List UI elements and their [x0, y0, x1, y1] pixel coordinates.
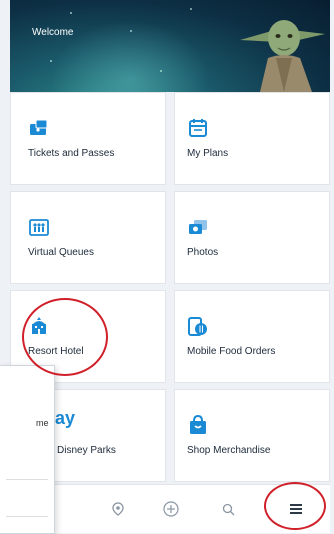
search-icon[interactable] — [216, 497, 240, 521]
tile-mobile-food-orders[interactable]: Mobile Food Orders — [174, 290, 330, 383]
bottom-nav — [54, 484, 330, 533]
tile-brand-text: ay — [55, 408, 76, 428]
location-icon[interactable] — [106, 497, 130, 521]
hotel-icon — [32, 317, 46, 334]
tile-tickets-and-passes[interactable]: Tickets and Passes — [10, 92, 166, 185]
queue-icon — [29, 219, 49, 236]
star — [160, 70, 162, 72]
divider — [6, 479, 48, 480]
ticket-icon — [30, 119, 48, 135]
star — [190, 8, 192, 10]
food-order-icon — [188, 317, 207, 336]
divider — [6, 516, 48, 517]
tile-my-plans[interactable]: My Plans — [174, 92, 330, 185]
tile-label: Photos — [187, 247, 219, 258]
tile-label: Mobile Food Orders — [187, 346, 276, 357]
shopping-bag-icon — [190, 414, 206, 434]
tile-photos[interactable]: Photos — [174, 191, 330, 284]
character-image — [240, 20, 325, 92]
tile-label: Shop Merchandise — [187, 445, 271, 456]
tile-shop-merchandise[interactable]: Shop Merchandise — [174, 389, 330, 482]
calendar-icon — [189, 119, 207, 137]
star — [70, 12, 72, 14]
star — [130, 30, 132, 32]
tile-label: Resort Hotel — [28, 346, 84, 357]
side-popup-menu: me — [0, 365, 55, 534]
tile-virtual-queues[interactable]: Virtual Queues — [10, 191, 166, 284]
photos-icon — [189, 220, 207, 234]
tile-label: Virtual Queues — [28, 247, 94, 258]
menu-icon[interactable] — [284, 497, 308, 521]
tile-label: My Plans — [187, 148, 229, 159]
welcome-banner: Welcome — [10, 0, 330, 92]
popup-partial-text: me — [36, 418, 49, 428]
tile-label: Tickets and Passes — [28, 148, 115, 159]
add-icon[interactable] — [159, 497, 183, 521]
star — [50, 60, 52, 62]
tile-label: Disney Parks — [57, 445, 116, 456]
welcome-text: Welcome — [32, 27, 74, 38]
